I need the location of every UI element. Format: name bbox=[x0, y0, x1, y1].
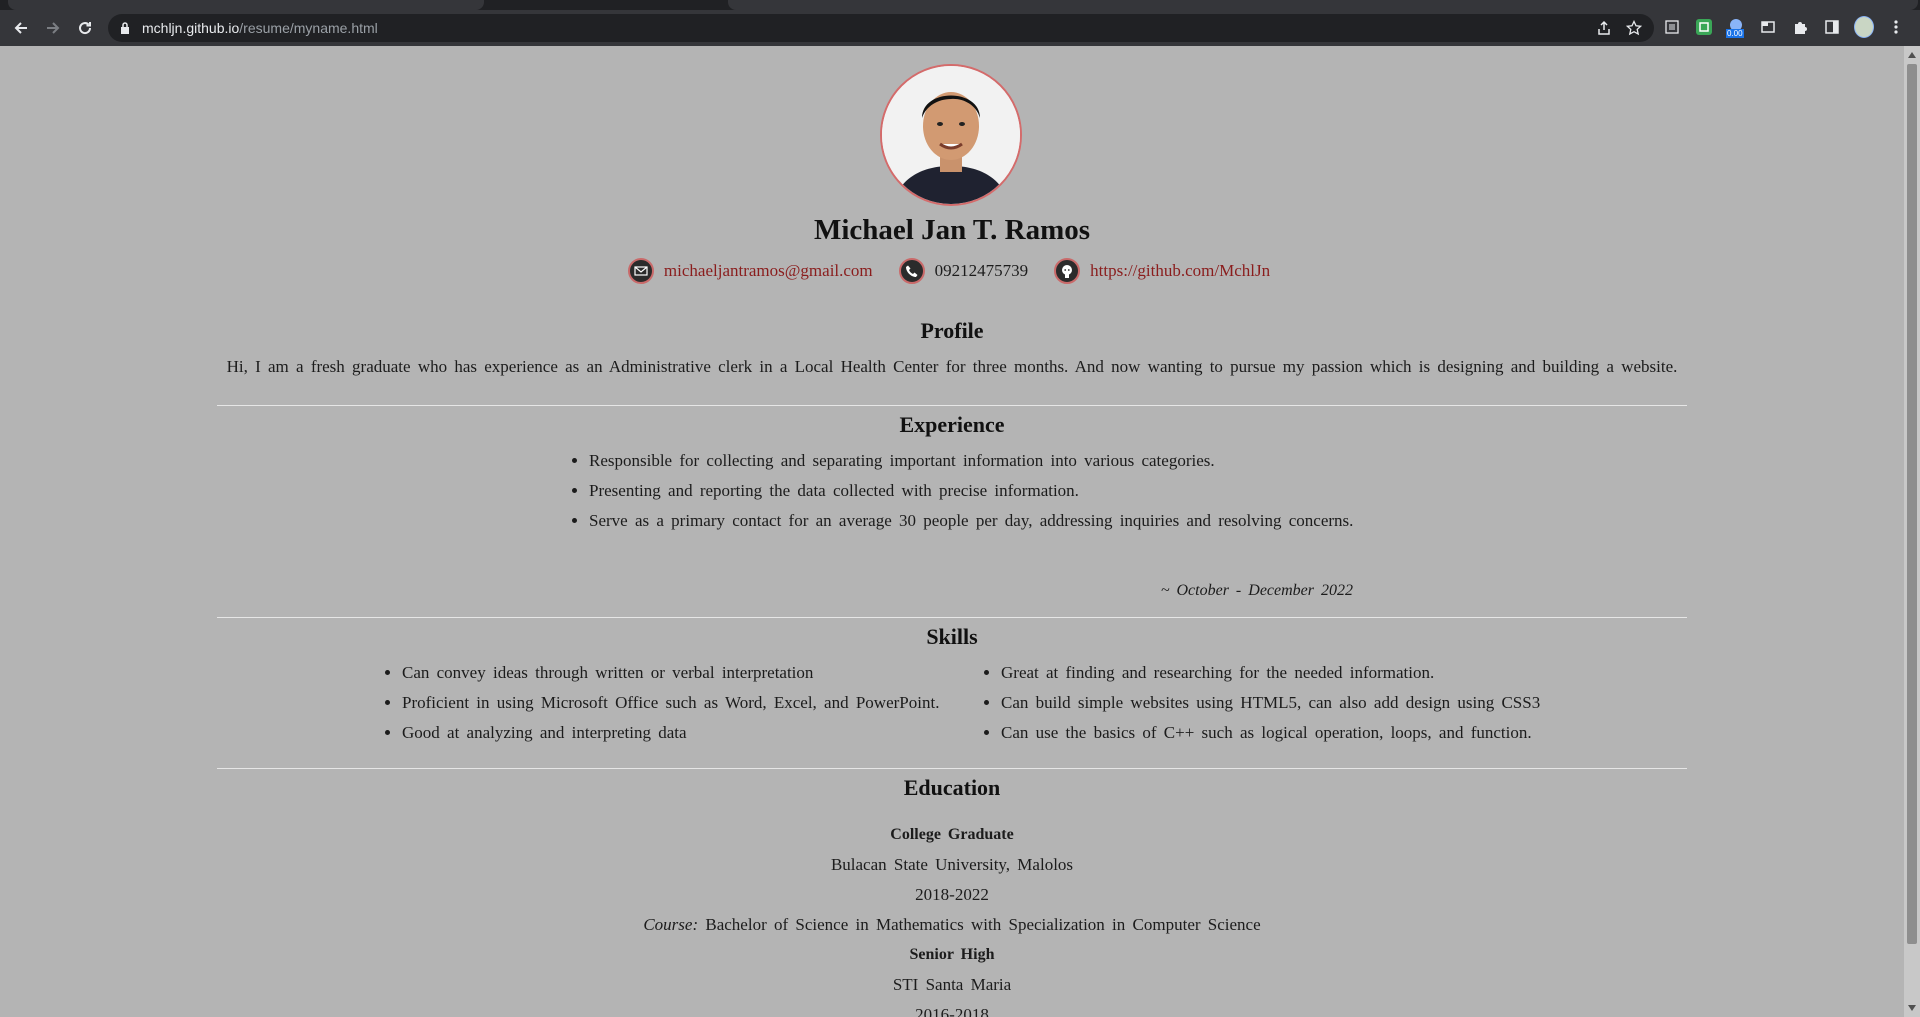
green-extension-icon[interactable] bbox=[1694, 17, 1714, 37]
url-path: /resume/myname.html bbox=[239, 20, 378, 36]
shs-years: 2016-2018 bbox=[915, 1005, 989, 1017]
list-item: Proficient in using Microsoft Office suc… bbox=[402, 688, 939, 718]
extensions-puzzle-icon[interactable] bbox=[1790, 17, 1810, 37]
experience-heading: Experience bbox=[899, 412, 1005, 437]
list-item: Can build simple websites using HTML5, c… bbox=[1001, 688, 1540, 718]
back-button[interactable] bbox=[10, 17, 32, 39]
menu-kebab-icon[interactable] bbox=[1886, 17, 1906, 37]
scrollbar-thumb[interactable] bbox=[1907, 64, 1917, 944]
skills-list-right: Great at finding and researching for the… bbox=[981, 658, 1540, 748]
course-label: Course: bbox=[643, 915, 699, 934]
section-divider bbox=[217, 405, 1687, 406]
college-level: College Graduate bbox=[890, 826, 1014, 843]
github-link[interactable]: https://github.com/MchlJn bbox=[1090, 261, 1270, 281]
profile-heading: Profile bbox=[920, 318, 984, 343]
experience-date: ~ October - December 2022 bbox=[1160, 582, 1353, 599]
address-bar[interactable]: mchljn.github.io/resume/myname.html bbox=[108, 14, 1654, 42]
reload-button[interactable] bbox=[74, 17, 96, 39]
list-item: Great at finding and researching for the… bbox=[1001, 658, 1540, 688]
forward-button[interactable] bbox=[42, 17, 64, 39]
url-host: mchljn.github.io bbox=[142, 20, 240, 36]
list-item: Serve as a primary contact for an averag… bbox=[589, 506, 1353, 536]
extension-badge: 0.00 bbox=[1726, 29, 1744, 38]
list-item: Responsible for collecting and separatin… bbox=[589, 446, 1353, 476]
github-icon bbox=[1054, 258, 1081, 284]
list-item: Presenting and reporting the data collec… bbox=[589, 476, 1353, 506]
profile-photo bbox=[880, 64, 1022, 206]
browser-tab[interactable] bbox=[8, 0, 484, 10]
tab-search-icon[interactable] bbox=[1758, 17, 1778, 37]
lock-icon bbox=[120, 21, 132, 35]
scroll-up-icon[interactable] bbox=[1908, 52, 1916, 58]
profile-text: Hi, I am a fresh graduate who has experi… bbox=[226, 357, 1678, 376]
shs-level: Senior High bbox=[909, 946, 995, 963]
browser-toolbar: mchljn.github.io/resume/myname.html 0.00 bbox=[0, 10, 1920, 46]
page-scrollbar[interactable] bbox=[1904, 46, 1920, 1017]
list-item: Good at analyzing and interpreting data bbox=[402, 718, 939, 748]
list-item: Can use the basics of C++ such as logica… bbox=[1001, 718, 1540, 748]
resume-page: Michael Jan T. Ramos michaeljantramos@gm… bbox=[0, 46, 1904, 1017]
reload-icon bbox=[79, 22, 92, 35]
side-panel-icon[interactable] bbox=[1822, 17, 1842, 37]
list-item: Can convey ideas through written or verb… bbox=[402, 658, 939, 688]
browser-tab[interactable] bbox=[728, 0, 1918, 10]
url-text: mchljn.github.io/resume/myname.html bbox=[142, 20, 378, 36]
education-heading: Education bbox=[903, 775, 1001, 800]
email-icon bbox=[627, 258, 654, 284]
course-line: Course: Bachelor of Science in Mathemati… bbox=[0, 915, 1904, 935]
bookmark-star-icon[interactable] bbox=[1625, 19, 1643, 41]
back-arrow-icon bbox=[14, 22, 27, 34]
phone-icon bbox=[898, 258, 925, 284]
contact-row: michaeljantramos@gmail.com 09212475739 h… bbox=[0, 258, 1904, 284]
reader-icon[interactable] bbox=[1662, 17, 1682, 37]
college-school: Bulacan State University, Malolos bbox=[830, 855, 1074, 874]
profile-avatar-icon[interactable] bbox=[1854, 16, 1874, 38]
shs-school: STI Santa Maria bbox=[892, 975, 1012, 994]
experience-list: Responsible for collecting and separatin… bbox=[569, 446, 1353, 536]
forward-arrow-icon bbox=[47, 22, 60, 34]
phone-number: 09212475739 bbox=[934, 261, 1029, 280]
share-icon[interactable] bbox=[1596, 20, 1612, 41]
email-link[interactable]: michaeljantramos@gmail.com bbox=[664, 261, 873, 281]
skills-list-left: Can convey ideas through written or verb… bbox=[382, 658, 939, 748]
section-divider bbox=[217, 768, 1687, 769]
scroll-down-icon[interactable] bbox=[1908, 1005, 1916, 1011]
section-divider bbox=[217, 617, 1687, 618]
timer-extension-icon[interactable]: 0.00 bbox=[1726, 17, 1746, 38]
skills-heading: Skills bbox=[926, 624, 978, 649]
college-years: 2018-2022 bbox=[915, 885, 989, 904]
course-name: Bachelor of Science in Mathematics with … bbox=[705, 915, 1261, 934]
person-name: Michael Jan T. Ramos bbox=[813, 214, 1091, 246]
